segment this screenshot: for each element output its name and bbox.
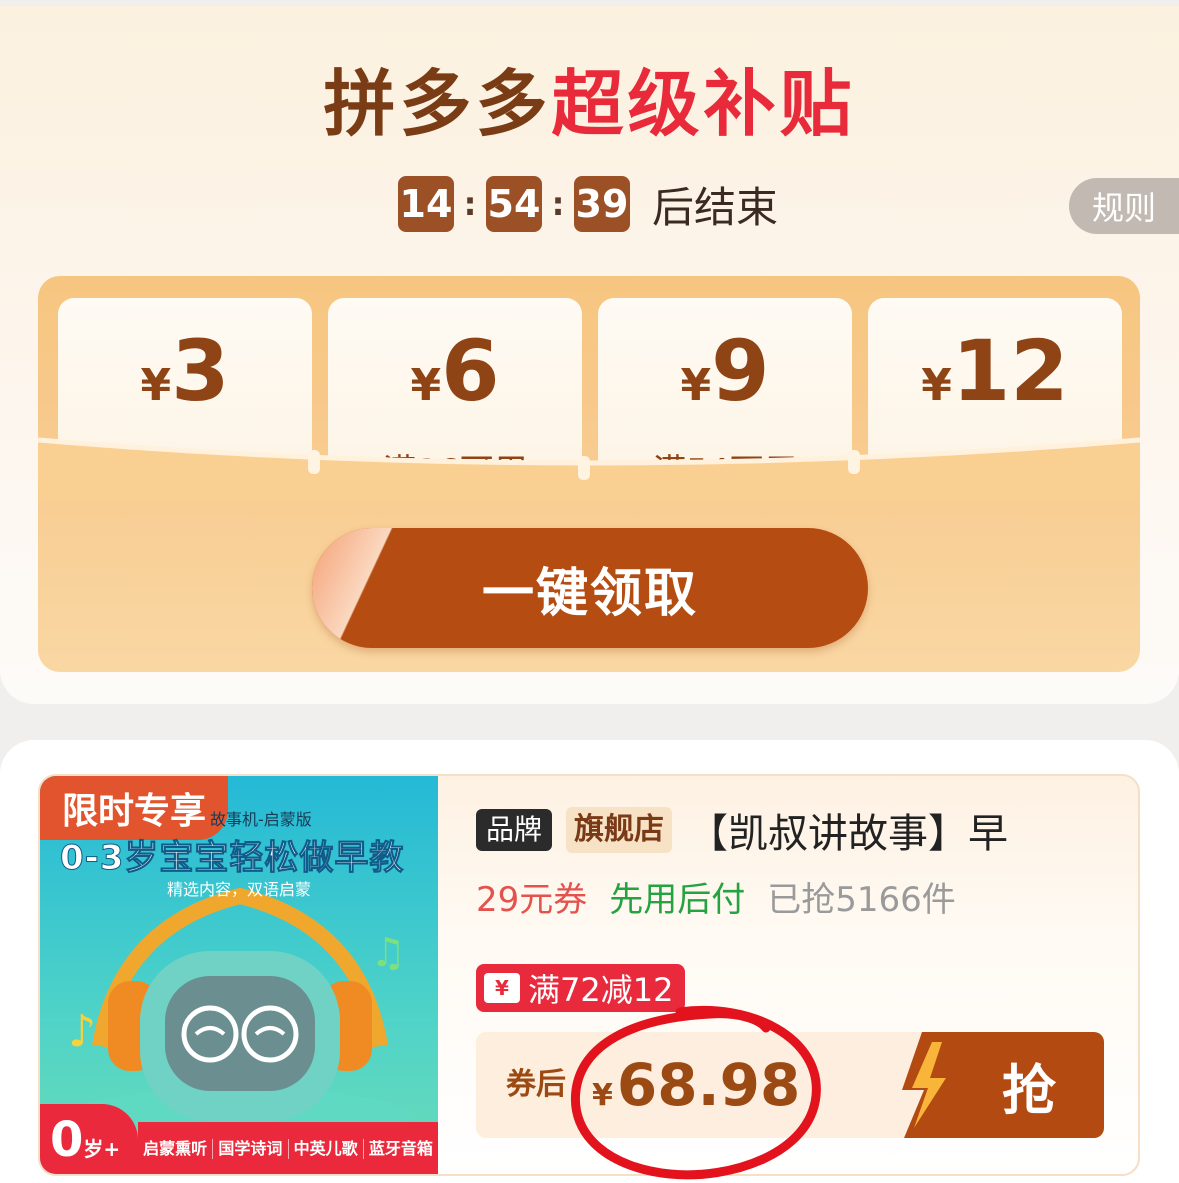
- coupon-divider-arc: [38, 437, 1140, 500]
- coupon-label: 29元券: [476, 880, 588, 920]
- coupon-currency: ¥: [921, 360, 952, 411]
- price-currency: ¥: [592, 1078, 613, 1113]
- countdown-seconds: 39: [574, 176, 630, 232]
- flagship-store-tag: 旗舰店: [566, 807, 673, 853]
- product-section: ♪ ♫ 限时专享 故事机-启蒙版 0-3岁宝宝轻松做早教 精选内容，双语启蒙 0…: [0, 740, 1179, 1183]
- coupon-amount: 9: [711, 322, 770, 420]
- coupon-amount: 6: [441, 322, 500, 420]
- claim-all-button[interactable]: 一键领取: [312, 528, 868, 648]
- svg-text:♫: ♫: [370, 930, 406, 976]
- page-title: 拼多多超级补贴: [0, 64, 1179, 144]
- feature-item: 中英儿歌: [289, 1139, 364, 1159]
- feature-item: 国学诗词: [213, 1139, 289, 1159]
- age-number: 0: [50, 1112, 84, 1168]
- sold-count: 已抢5166件: [767, 880, 956, 920]
- coupon-currency: ¥: [680, 360, 712, 411]
- countdown-timer: 14 : 54 : 39 后结束: [398, 174, 778, 234]
- claim-all-label: 一键领取: [481, 563, 698, 624]
- feature-item: 蓝牙音箱: [368, 1139, 433, 1158]
- countdown-suffix: 后结束: [652, 182, 779, 232]
- product-info: 品牌 旗舰店 【凯叔讲故事】早 29元券 先用后付 已抢5166件: [476, 802, 1116, 921]
- product-thumbnail[interactable]: ♪ ♫ 限时专享 故事机-启蒙版 0-3岁宝宝轻松做早教 精选内容，双语启蒙 0…: [40, 776, 438, 1174]
- svg-text:♪: ♪: [68, 1006, 96, 1057]
- super-subsidy-card: 拼多多超级补贴 14 : 54 : 39 后结束 规则 ¥3 满18可用 ¥6 …: [0, 6, 1179, 704]
- price-bar[interactable]: 券后 ¥68.98 抢: [476, 1032, 1104, 1138]
- brand-tag: 品牌: [476, 809, 553, 851]
- lightning-icon: [902, 1032, 964, 1138]
- feature-strip: 启蒙熏听 国学诗词 中英儿歌 蓝牙音箱: [138, 1122, 438, 1174]
- countdown-separator: :: [551, 185, 565, 223]
- coupon-amount: 12: [951, 322, 1069, 420]
- title-highlight: 超级补贴: [551, 62, 856, 146]
- coupon-currency: ¥: [410, 360, 442, 411]
- countdown-hours: 14: [398, 176, 454, 232]
- age-unit: 岁+: [83, 1137, 121, 1161]
- coupon-currency: ¥: [140, 360, 172, 411]
- price: ¥68.98: [592, 1032, 800, 1153]
- countdown-separator: :: [463, 185, 477, 223]
- age-badge: 0岁+: [40, 1104, 138, 1174]
- thumbnail-headline: 0-3岁宝宝轻松做早教: [59, 838, 405, 879]
- pay-later-label: 先用后付: [609, 880, 746, 920]
- product-card[interactable]: ♪ ♫ 限时专享 故事机-启蒙版 0-3岁宝宝轻松做早教 精选内容，双语启蒙 0…: [38, 774, 1140, 1176]
- button-shine: [312, 528, 432, 648]
- grab-label: 抢: [1002, 1058, 1056, 1122]
- rules-button[interactable]: 规则: [1069, 178, 1179, 234]
- thumbnail-subtitle: 故事机-启蒙版: [210, 810, 312, 829]
- coupon-amount: 3: [171, 322, 230, 420]
- product-title[interactable]: 【凯叔讲故事】早: [688, 802, 1008, 858]
- discount-badge: ¥ 满72减12: [476, 964, 686, 1012]
- feature-item: 启蒙熏听: [138, 1139, 214, 1159]
- title-brand: 拼多多: [323, 62, 552, 146]
- countdown-minutes: 54: [486, 176, 542, 232]
- discount-text: 满72减12: [528, 971, 674, 1009]
- coupon-panel: ¥3 满18可用 ¥6 满36可用 ¥9 满54可用 ¥12 满72可用 一键领…: [38, 276, 1140, 672]
- grab-button[interactable]: 抢: [902, 1032, 1104, 1138]
- yen-ticket-icon: ¥: [484, 973, 520, 1003]
- thumbnail-tagline: 精选内容，双语启蒙: [166, 880, 311, 899]
- price-value: 68.98: [616, 1051, 801, 1119]
- price-label: 券后: [506, 1067, 566, 1102]
